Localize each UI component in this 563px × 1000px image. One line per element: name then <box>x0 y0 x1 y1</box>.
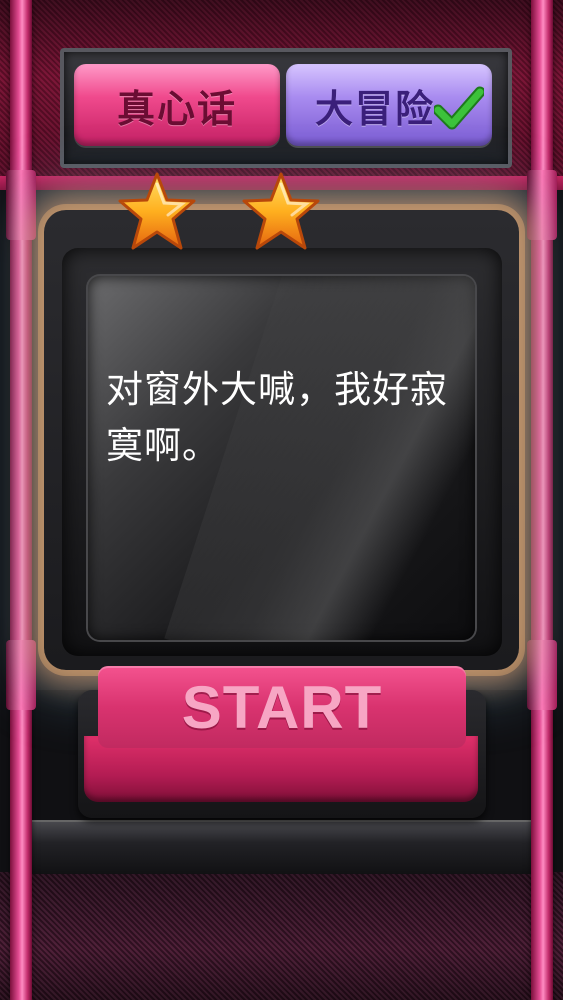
pillar-joint <box>6 640 36 710</box>
pillar-joint <box>527 640 557 710</box>
start-label: START <box>181 673 383 741</box>
start-button-top: START <box>98 666 466 748</box>
truth-label: 真心话 <box>116 86 237 131</box>
card-screen: 对窗外大喊，我好寂寞啊。 <box>88 276 475 640</box>
right-pillar <box>531 0 553 1000</box>
start-button[interactable]: START <box>84 666 478 806</box>
game-machine: 真心话 大冒险 对窗外大喊，我好寂寞啊。 START <box>0 0 563 1000</box>
check-icon <box>434 86 484 130</box>
shelf <box>22 820 541 874</box>
pillar-joint <box>6 170 36 240</box>
challenge-text: 对窗外大喊，我好寂寞啊。 <box>106 368 448 467</box>
mode-toggle: 真心话 大冒险 <box>60 48 512 168</box>
bottom-panel <box>0 872 563 1000</box>
left-pillar <box>10 0 32 1000</box>
truth-button[interactable]: 真心话 <box>74 64 280 146</box>
star-icon <box>118 172 196 250</box>
pillar-joint <box>527 170 557 240</box>
dare-button[interactable]: 大冒险 <box>286 64 492 146</box>
dare-label: 大冒险 <box>314 86 435 131</box>
star-icon <box>242 172 320 250</box>
